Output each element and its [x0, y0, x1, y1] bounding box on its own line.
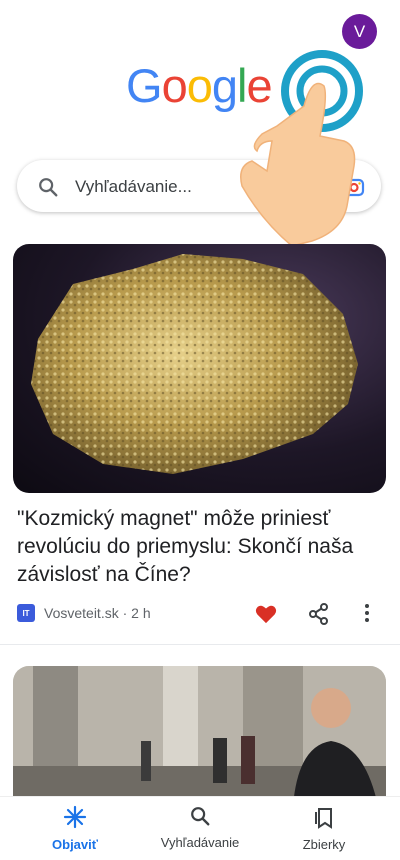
article-source[interactable]: Vosveteit.sk · 2 h: [44, 605, 151, 621]
logo-letter: o: [161, 59, 188, 112]
discover-asterisk-icon: [63, 805, 87, 833]
source-badge: IT: [17, 604, 35, 622]
article-image[interactable]: [13, 666, 386, 806]
search-icon: [37, 176, 59, 203]
nav-tab-label: Objaviť: [52, 837, 98, 852]
tap-hint-icon: [232, 46, 372, 261]
nav-tab-collections[interactable]: Zbierky: [264, 805, 384, 852]
account-avatar[interactable]: V: [342, 14, 377, 49]
article-meta: IT Vosveteit.sk · 2 h: [17, 603, 383, 625]
bottom-navigation: Objaviť Vyhľadávanie Zbierky: [0, 796, 400, 860]
card-divider: [0, 644, 400, 645]
search-icon: [189, 807, 211, 831]
heart-icon[interactable]: [255, 604, 277, 629]
collections-icon: [313, 808, 335, 833]
logo-letter: o: [186, 59, 213, 112]
nav-tab-discover[interactable]: Objaviť: [15, 805, 135, 852]
article-image[interactable]: [13, 244, 386, 493]
article-headline[interactable]: "Kozmický magnet" môže priniesť revolúci…: [17, 505, 377, 589]
nav-tab-search[interactable]: Vyhľadávanie: [140, 805, 260, 850]
search-placeholder: Vyhľadávanie...: [75, 177, 192, 196]
nav-tab-label: Vyhľadávanie: [160, 835, 240, 850]
nav-tab-label: Zbierky: [302, 837, 346, 852]
share-icon[interactable]: [309, 603, 329, 630]
logo-letter: G: [126, 59, 163, 112]
more-options-icon[interactable]: [364, 603, 370, 628]
